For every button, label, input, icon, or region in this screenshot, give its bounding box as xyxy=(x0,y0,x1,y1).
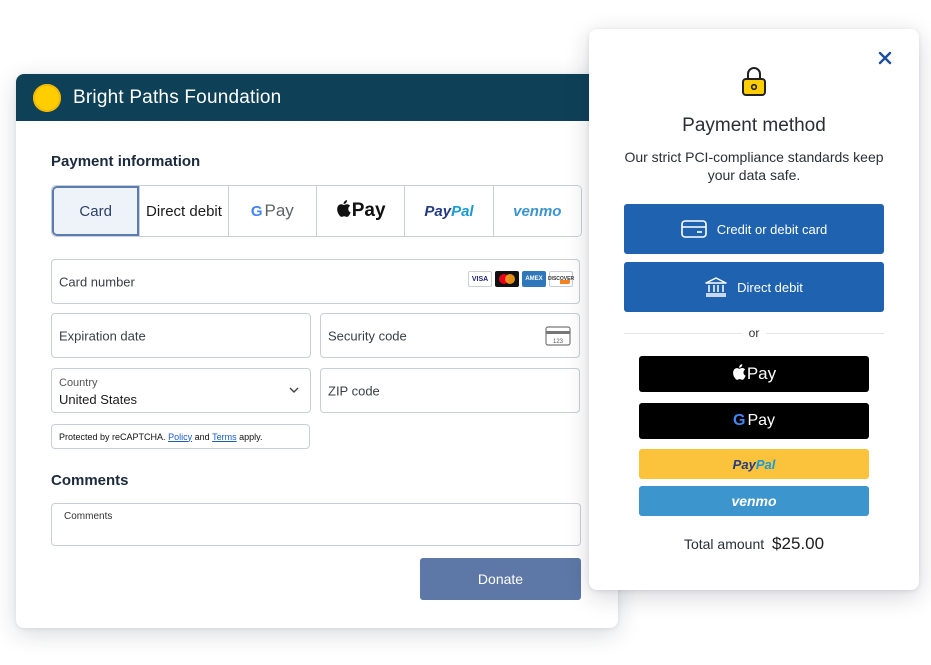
total-amount: Total amount $25.00 xyxy=(589,534,919,554)
donate-button[interactable]: Donate xyxy=(420,558,581,600)
total-amount-value: $25.00 xyxy=(772,534,825,553)
payment-information-heading: Payment information xyxy=(51,153,201,170)
recaptcha-prefix: Protected by reCAPTCHA. xyxy=(59,431,166,442)
amex-icon: AMEX xyxy=(522,271,546,287)
zip-code-label: ZIP code xyxy=(328,383,380,398)
expiration-date-field[interactable]: Expiration date xyxy=(51,313,311,358)
country-value: United States xyxy=(59,392,138,407)
organization-name: Bright Paths Foundation xyxy=(73,86,282,108)
payment-method-title: Payment method xyxy=(682,115,826,136)
donation-form-card: Bright Paths Foundation Payment informat… xyxy=(16,74,618,628)
apple-icon xyxy=(732,363,746,385)
chevron-down-icon xyxy=(289,387,299,393)
tab-apple-pay-label: Pay xyxy=(351,200,386,221)
apple-pay-button[interactable]: Pay xyxy=(639,356,869,392)
country-select[interactable]: Country United States xyxy=(51,368,311,413)
mastercard-icon xyxy=(495,271,519,287)
payment-method-tabs: Card Direct debit G Pay Pay PayPal venmo xyxy=(51,185,582,237)
direct-debit-label: Direct debit xyxy=(737,279,803,295)
foundation-logo xyxy=(33,83,61,112)
country-label: Country xyxy=(59,377,98,389)
comments-heading: Comments xyxy=(51,472,129,489)
tab-venmo[interactable]: venmo xyxy=(492,186,581,236)
discover-icon: DISCOVER xyxy=(548,271,574,287)
paypal-logo-pal: Pal xyxy=(451,202,474,220)
tab-direct-debit-label: Direct debit xyxy=(146,202,222,220)
paypal-logo: PayPal xyxy=(733,457,776,472)
recaptcha-policy-link[interactable]: Policy xyxy=(168,432,192,442)
card-number-label: Card number xyxy=(59,274,135,289)
zip-code-field[interactable]: ZIP code xyxy=(320,368,580,413)
bank-icon xyxy=(705,277,727,297)
form-header: Bright Paths Foundation xyxy=(16,74,618,121)
tab-direct-debit[interactable]: Direct debit xyxy=(139,186,228,236)
tab-card[interactable]: Card xyxy=(52,186,140,236)
credit-debit-card-label: Credit or debit card xyxy=(716,221,828,237)
cvc-card-icon: 123 xyxy=(545,326,571,346)
credit-card-icon xyxy=(680,220,707,238)
direct-debit-button[interactable]: Direct debit xyxy=(624,262,884,312)
recaptcha-terms-link[interactable]: Terms xyxy=(212,432,237,442)
credit-debit-card-button[interactable]: Credit or debit card xyxy=(624,204,884,254)
total-amount-label: Total amount xyxy=(683,536,765,552)
lock-icon xyxy=(742,67,766,96)
close-icon[interactable] xyxy=(878,51,892,65)
paypal-logo-pay: Pay xyxy=(424,202,452,220)
expiration-date-label: Expiration date xyxy=(59,328,146,343)
venmo-logo: venmo xyxy=(731,493,777,509)
google-pay-button[interactable]: G Pay xyxy=(639,403,869,439)
security-code-label: Security code xyxy=(328,328,407,343)
google-g-icon: G xyxy=(732,412,746,429)
paypal-logo: PayPal xyxy=(424,203,473,220)
paypal-logo-pal: Pal xyxy=(755,456,776,472)
comments-textarea[interactable]: Comments xyxy=(51,503,581,546)
security-code-field[interactable]: Security code 123 xyxy=(320,313,580,358)
google-pay-label: Pay xyxy=(747,412,776,429)
card-brand-logos: VISA AMEX DISCOVER xyxy=(468,271,574,287)
recaptcha-suffix: apply. xyxy=(239,431,263,442)
tab-paypal[interactable]: PayPal xyxy=(404,186,493,236)
payment-method-panel: Payment method Our strict PCI-compliance… xyxy=(589,29,919,590)
apple-pay-label: Pay xyxy=(746,364,777,383)
cvc-icon-text: 123 xyxy=(553,339,564,345)
pci-compliance-text: Our strict PCI-compliance standards keep… xyxy=(624,149,884,183)
card-number-field[interactable]: Card number VISA AMEX DISCOVER xyxy=(51,259,580,304)
recaptcha-and: and xyxy=(194,431,210,442)
tab-card-label: Card xyxy=(79,202,112,220)
tab-apple-pay[interactable]: Pay xyxy=(315,186,405,236)
apple-icon xyxy=(336,200,351,222)
visa-icon: VISA xyxy=(468,271,492,287)
tab-google-pay-label: Pay xyxy=(264,201,294,220)
tab-google-pay[interactable]: G Pay xyxy=(227,186,316,236)
venmo-button[interactable]: venmo xyxy=(639,486,869,516)
paypal-button[interactable]: PayPal xyxy=(639,449,869,479)
paypal-logo-pay: Pay xyxy=(732,456,756,472)
or-divider: or xyxy=(624,326,884,340)
google-g-icon: G xyxy=(250,202,263,220)
comments-placeholder: Comments xyxy=(64,511,113,522)
venmo-logo: venmo xyxy=(513,202,562,220)
recaptcha-notice: Protected by reCAPTCHA. Policy and Terms… xyxy=(51,424,310,449)
